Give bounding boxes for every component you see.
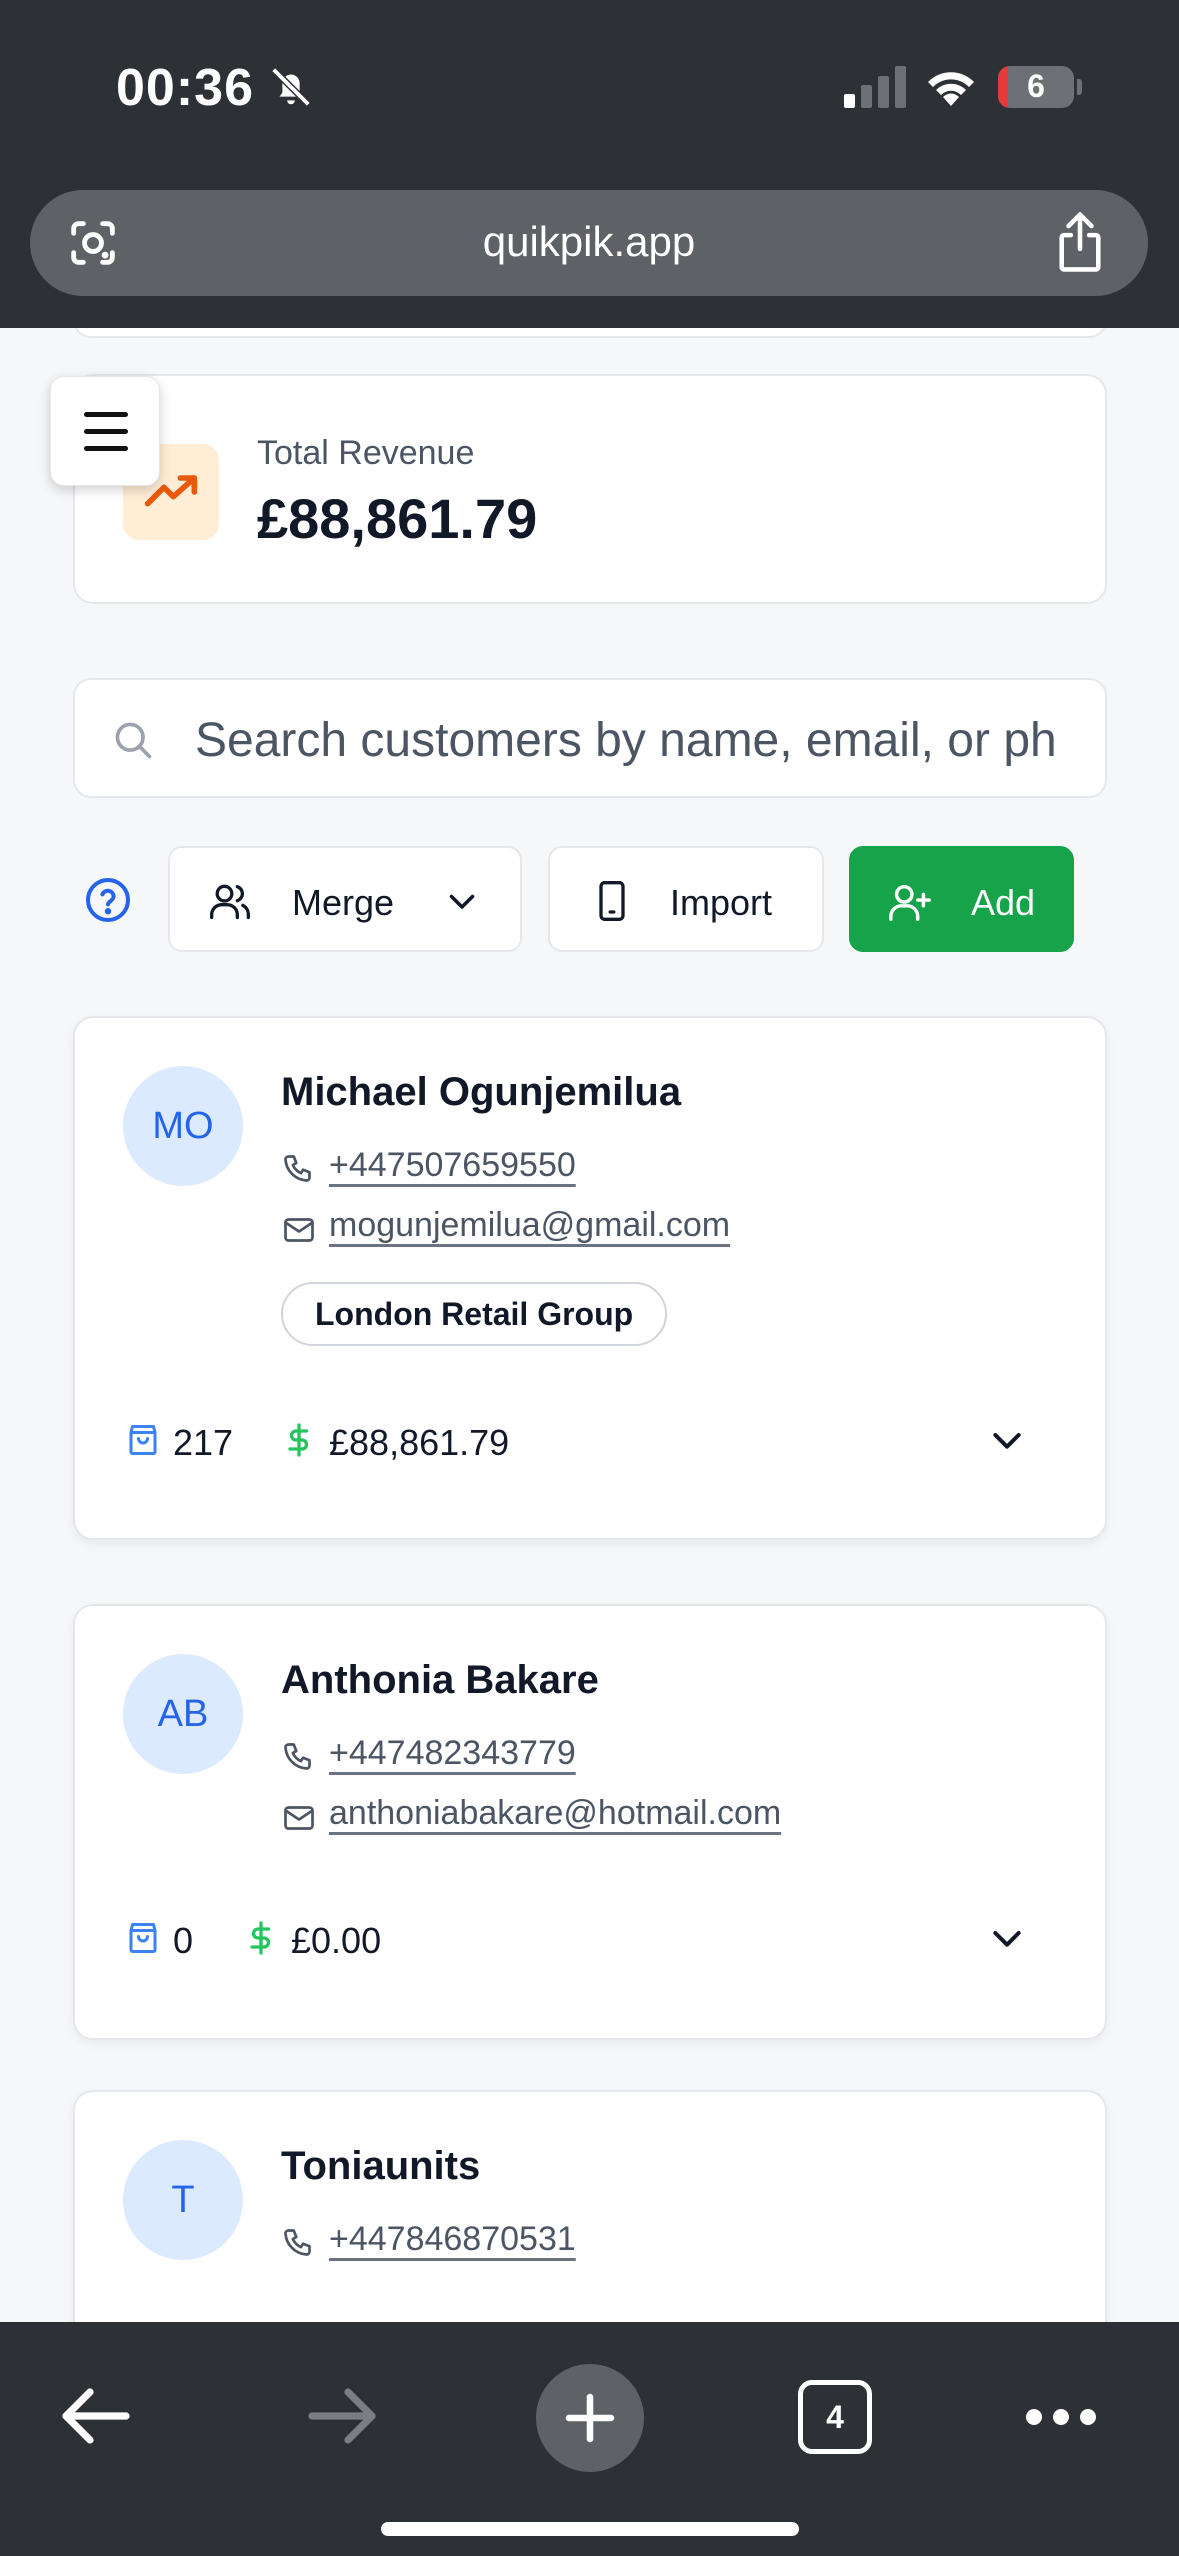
url-text: quikpik.app	[482, 218, 696, 265]
customer-email-link[interactable]: mogunjemilua@gmail.com	[329, 1206, 730, 1245]
dollar-icon	[288, 1423, 309, 1457]
phone-icon	[284, 1743, 311, 1770]
tabs-button[interactable]: 4	[798, 2380, 872, 2454]
new-tab-button[interactable]	[536, 2364, 644, 2472]
import-label: Import	[670, 882, 773, 923]
customer-phone-link[interactable]: +447846870531	[329, 2220, 576, 2259]
plus-icon	[565, 2393, 615, 2443]
address-bar[interactable]: quikpik.app	[30, 190, 1148, 296]
share-icon[interactable]	[1052, 210, 1108, 274]
order-count: 217	[173, 1422, 234, 1463]
previous-card-edge	[73, 328, 1107, 338]
customer-card[interactable]: MO Michael Ogunjemilua +447507659550 mog…	[73, 1016, 1107, 1540]
import-button[interactable]: Import	[548, 846, 824, 952]
browser-top-bar: 00:36 6 quikpik.app	[0, 0, 1179, 328]
help-icon[interactable]	[84, 876, 132, 924]
status-time: 00:36	[116, 59, 254, 117]
forward-arrow-icon[interactable]	[306, 2384, 380, 2448]
avatar: MO	[123, 1066, 243, 1186]
home-indicator	[381, 2522, 799, 2536]
order-count: 0	[173, 1920, 194, 1961]
customer-toolbar: Merge Import Add	[0, 846, 1179, 954]
total-revenue-card: Total Revenue £88,861.79	[73, 374, 1107, 604]
total-spent: £0.00	[291, 1920, 382, 1961]
phone-device-icon	[599, 881, 625, 921]
customer-email-link[interactable]: anthoniabakare@hotmail.com	[329, 1794, 781, 1833]
bell-muted-icon	[271, 67, 311, 107]
customer-card[interactable]: T Toniaunits +447846870531	[73, 2090, 1107, 2322]
search-icon	[115, 722, 152, 759]
menu-button[interactable]	[50, 376, 160, 486]
add-label: Add	[971, 882, 1036, 923]
user-plus-icon	[889, 884, 931, 921]
chevron-down-icon	[449, 894, 475, 909]
tab-count: 4	[826, 2399, 844, 2435]
merge-button[interactable]: Merge	[168, 846, 522, 952]
merge-label: Merge	[292, 882, 395, 923]
customer-name: Michael Ogunjemilua	[281, 1070, 682, 1114]
customer-phone-link[interactable]: +447507659550	[329, 1146, 576, 1185]
phone-icon	[284, 1155, 311, 1182]
customer-group-tag: London Retail Group	[281, 1282, 668, 1346]
revenue-label: Total Revenue	[257, 434, 475, 472]
browser-bottom-bar: 4	[0, 2322, 1179, 2556]
more-options-icon[interactable]	[1024, 2402, 1098, 2432]
dollar-icon	[250, 1921, 271, 1955]
customer-name: Anthonia Bakare	[281, 1658, 599, 1702]
battery-level: 6	[1027, 68, 1045, 104]
phone-icon	[284, 2229, 311, 2256]
customer-name: Toniaunits	[281, 2144, 481, 2188]
wifi-icon	[928, 72, 974, 106]
expand-chevron-icon[interactable]	[987, 1420, 1027, 1460]
search-input[interactable]	[195, 700, 1095, 780]
total-spent: £88,861.79	[329, 1422, 510, 1463]
shopping-bag-icon	[129, 1923, 157, 1953]
back-arrow-icon[interactable]	[58, 2384, 132, 2448]
users-icon	[210, 884, 250, 920]
mail-icon	[284, 1806, 314, 1830]
add-customer-button[interactable]: Add	[849, 846, 1074, 952]
avatar: AB	[123, 1654, 243, 1774]
cellular-signal-icon	[844, 66, 906, 108]
page-content: Total Revenue £88,861.79 Merge	[0, 328, 1179, 2322]
customer-search[interactable]	[73, 678, 1107, 798]
revenue-value: £88,861.79	[257, 487, 538, 550]
shopping-bag-icon	[129, 1425, 157, 1455]
expand-chevron-icon[interactable]	[987, 1918, 1027, 1958]
mail-icon	[284, 1218, 314, 1242]
customer-phone-link[interactable]: +447482343779	[329, 1734, 576, 1773]
battery-icon: 6	[998, 66, 1082, 108]
customer-card[interactable]: AB Anthonia Bakare +447482343779 anthoni…	[73, 1604, 1107, 2040]
avatar: T	[123, 2140, 243, 2260]
